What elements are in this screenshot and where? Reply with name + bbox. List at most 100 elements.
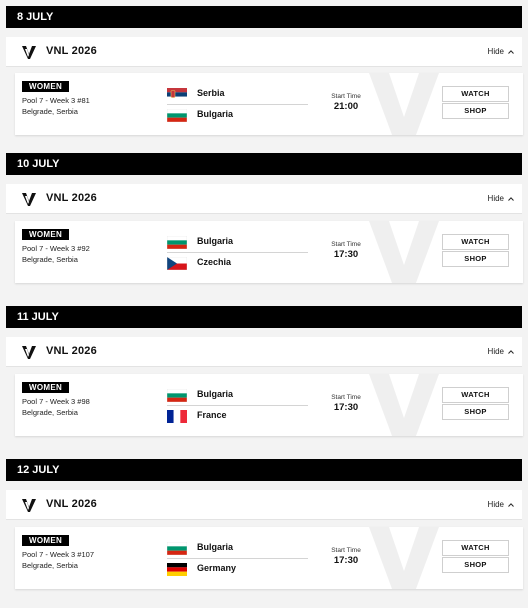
vnl-watermark-icon bbox=[369, 374, 439, 436]
hide-label: Hide bbox=[487, 47, 504, 56]
hide-toggle[interactable]: Hide bbox=[488, 500, 514, 509]
watch-button[interactable]: WATCH bbox=[442, 387, 509, 403]
start-time-value: 17:30 bbox=[333, 402, 359, 413]
gender-badge: WOMEN bbox=[22, 81, 70, 92]
team-row: Czechia bbox=[167, 252, 308, 272]
competition-bar: VNL 2026 Hide bbox=[6, 37, 522, 67]
pool-info: Pool 7 - Week 3 #98 bbox=[22, 397, 90, 406]
day-section: 8 JULY VNL 2026 Hide WOMEN Pool 7 - Week… bbox=[6, 6, 523, 135]
match-location: Belgrade, Serbia bbox=[22, 107, 78, 116]
match-location: Belgrade, Serbia bbox=[22, 408, 78, 417]
day-section: 10 JULY VNL 2026 Hide WOMEN Pool 7 - Wee… bbox=[6, 153, 523, 283]
shop-button[interactable]: SHOP bbox=[442, 251, 509, 267]
start-time-label: Start Time bbox=[331, 547, 361, 554]
start-time-value: 21:00 bbox=[333, 101, 359, 112]
day-header: 11 JULY bbox=[6, 306, 522, 328]
team-row: Bulgaria bbox=[167, 232, 308, 252]
day-section: 11 JULY VNL 2026 Hide WOMEN Pool 7 - Wee… bbox=[6, 306, 523, 436]
chevron-up-icon bbox=[508, 49, 514, 54]
vnl-logo-icon bbox=[22, 193, 36, 206]
germany-flag-icon bbox=[167, 563, 187, 576]
serbia-flag-icon bbox=[167, 88, 187, 101]
team-row: Bulgaria bbox=[167, 104, 308, 124]
pool-info: Pool 7 - Week 3 #81 bbox=[22, 96, 90, 105]
watch-button[interactable]: WATCH bbox=[442, 540, 509, 556]
match-info: Pool 7 - Week 3 #81 Belgrade, Serbia bbox=[22, 95, 90, 117]
pool-info: Pool 7 - Week 3 #107 bbox=[22, 550, 94, 559]
match-card: WOMEN Pool 7 - Week 3 #81 Belgrade, Serb… bbox=[15, 73, 523, 135]
vnl-logo-icon bbox=[22, 499, 36, 512]
watch-button[interactable]: WATCH bbox=[442, 86, 509, 102]
vnl-logo-icon bbox=[22, 346, 36, 359]
chevron-up-icon bbox=[508, 196, 514, 201]
team-name: Bulgaria bbox=[197, 236, 234, 246]
match-info: Pool 7 - Week 3 #92 Belgrade, Serbia bbox=[22, 243, 90, 265]
competition-bar: VNL 2026 Hide bbox=[6, 337, 522, 367]
teams: Serbia Bulgaria bbox=[167, 84, 308, 124]
teams: Bulgaria France bbox=[167, 385, 308, 425]
watch-button[interactable]: WATCH bbox=[442, 234, 509, 250]
match-location: Belgrade, Serbia bbox=[22, 255, 78, 264]
day-section: 12 JULY VNL 2026 Hide WOMEN Pool 7 - Wee… bbox=[6, 459, 523, 589]
match-card: WOMEN Pool 7 - Week 3 #92 Belgrade, Serb… bbox=[15, 221, 523, 283]
competition-title: VNL 2026 bbox=[46, 192, 97, 204]
shop-button[interactable]: SHOP bbox=[442, 404, 509, 420]
match-location: Belgrade, Serbia bbox=[22, 561, 78, 570]
day-header: 10 JULY bbox=[6, 153, 522, 175]
czechia-flag-icon bbox=[167, 257, 187, 270]
team-row: Germany bbox=[167, 558, 308, 578]
gender-badge: WOMEN bbox=[22, 535, 70, 546]
vnl-watermark-icon bbox=[369, 527, 439, 589]
match-info: Pool 7 - Week 3 #98 Belgrade, Serbia bbox=[22, 396, 90, 418]
team-name: Germany bbox=[197, 563, 237, 573]
vnl-watermark-icon bbox=[369, 73, 439, 135]
competition-title: VNL 2026 bbox=[46, 345, 97, 357]
competition-title: VNL 2026 bbox=[46, 45, 97, 57]
team-row: Serbia bbox=[167, 84, 308, 104]
competition-title: VNL 2026 bbox=[46, 498, 97, 510]
day-header: 8 JULY bbox=[6, 6, 522, 28]
hide-label: Hide bbox=[487, 347, 504, 356]
team-row: France bbox=[167, 405, 308, 425]
start-time: Start Time 21:00 bbox=[326, 93, 366, 112]
chevron-up-icon bbox=[508, 502, 514, 507]
team-name: Bulgaria bbox=[197, 542, 234, 552]
bulgaria-flag-icon bbox=[167, 389, 187, 402]
day-header: 12 JULY bbox=[6, 459, 522, 481]
gender-badge: WOMEN bbox=[22, 229, 70, 240]
start-time-value: 17:30 bbox=[333, 249, 359, 260]
hide-toggle[interactable]: Hide bbox=[488, 347, 514, 356]
team-name: France bbox=[197, 410, 227, 420]
match-card: WOMEN Pool 7 - Week 3 #98 Belgrade, Serb… bbox=[15, 374, 523, 436]
match-card: WOMEN Pool 7 - Week 3 #107 Belgrade, Ser… bbox=[15, 527, 523, 589]
shop-button[interactable]: SHOP bbox=[442, 103, 509, 119]
competition-bar: VNL 2026 Hide bbox=[6, 490, 522, 520]
start-time-value: 17:30 bbox=[333, 555, 359, 566]
competition-bar: VNL 2026 Hide bbox=[6, 184, 522, 214]
gender-badge: WOMEN bbox=[22, 382, 70, 393]
start-time-label: Start Time bbox=[331, 394, 361, 401]
start-time-label: Start Time bbox=[331, 93, 361, 100]
team-name: Bulgaria bbox=[197, 109, 234, 119]
team-row: Bulgaria bbox=[167, 385, 308, 405]
teams: Bulgaria Czechia bbox=[167, 232, 308, 272]
hide-toggle[interactable]: Hide bbox=[488, 47, 514, 56]
hide-toggle[interactable]: Hide bbox=[488, 194, 514, 203]
team-row: Bulgaria bbox=[167, 538, 308, 558]
vnl-logo-icon bbox=[22, 46, 36, 59]
vnl-watermark-icon bbox=[369, 221, 439, 283]
match-info: Pool 7 - Week 3 #107 Belgrade, Serbia bbox=[22, 549, 94, 571]
shop-button[interactable]: SHOP bbox=[442, 557, 509, 573]
bulgaria-flag-icon bbox=[167, 109, 187, 122]
hide-label: Hide bbox=[487, 194, 504, 203]
team-name: Bulgaria bbox=[197, 389, 234, 399]
teams: Bulgaria Germany bbox=[167, 538, 308, 578]
team-name: Czechia bbox=[197, 257, 232, 267]
team-name: Serbia bbox=[197, 88, 225, 98]
start-time: Start Time 17:30 bbox=[326, 241, 366, 260]
pool-info: Pool 7 - Week 3 #92 bbox=[22, 244, 90, 253]
hide-label: Hide bbox=[487, 500, 504, 509]
start-time-label: Start Time bbox=[331, 241, 361, 248]
start-time: Start Time 17:30 bbox=[326, 394, 366, 413]
france-flag-icon bbox=[167, 410, 187, 423]
